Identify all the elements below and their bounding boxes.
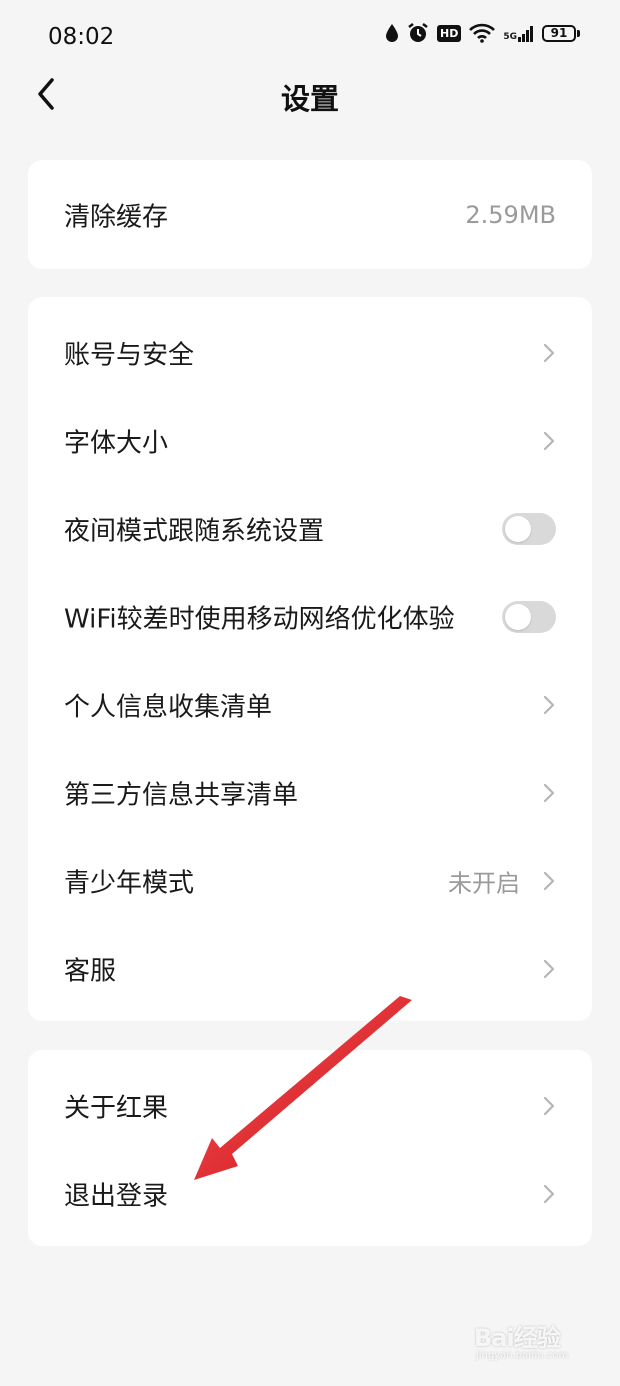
chevron-right-icon xyxy=(543,871,555,891)
watermark: Bai经验 jingyan.baidu.com xyxy=(472,1318,592,1368)
wifi-optimize-label: WiFi较差时使用移动网络优化体验 xyxy=(64,604,455,635)
watermark-url: jingyan.baidu.com xyxy=(476,1350,569,1361)
logout-row[interactable]: 退出登录 xyxy=(28,1150,592,1238)
clear-cache-row[interactable]: 清除缓存 2.59MB xyxy=(28,160,592,269)
settings-card: 账号与安全 字体大小 夜间模式跟随系统设置 WiFi较差时使用移动网络优化体验 … xyxy=(28,297,592,1021)
teen-mode-row[interactable]: 青少年模式 未开启 xyxy=(28,837,592,925)
chevron-right-icon xyxy=(543,1184,555,1204)
logout-label: 退出登录 xyxy=(64,1181,169,1212)
third-party-share-label: 第三方信息共享清单 xyxy=(64,780,299,811)
bottom-card: 关于红果 退出登录 xyxy=(28,1050,592,1246)
hd-icon: HD xyxy=(437,24,462,42)
water-drop-icon xyxy=(386,24,398,42)
third-party-share-row[interactable]: 第三方信息共享清单 xyxy=(28,749,592,837)
status-icons: HD 5G 91 xyxy=(385,22,580,44)
account-security-row[interactable]: 账号与安全 xyxy=(28,309,592,397)
personal-info-list-row[interactable]: 个人信息收集清单 xyxy=(28,661,592,749)
font-size-label: 字体大小 xyxy=(64,428,169,459)
cache-card: 清除缓存 2.59MB xyxy=(28,160,592,269)
about-label: 关于红果 xyxy=(64,1093,169,1124)
chevron-right-icon xyxy=(543,783,555,803)
wifi-optimize-row: WiFi较差时使用移动网络优化体验 xyxy=(28,573,592,661)
personal-info-list-label: 个人信息收集清单 xyxy=(64,692,273,723)
customer-service-row[interactable]: 客服 xyxy=(28,925,592,1013)
watermark-brand: Bai经验 xyxy=(474,1324,561,1352)
battery-icon: 91 xyxy=(542,24,580,42)
wifi-optimize-toggle[interactable] xyxy=(502,601,556,633)
wifi-icon xyxy=(469,23,496,43)
chevron-right-icon xyxy=(543,431,555,451)
night-mode-toggle[interactable] xyxy=(502,513,556,545)
cache-size-value: 2.59MB xyxy=(465,200,556,229)
teen-mode-status: 未开启 xyxy=(448,869,520,898)
clear-cache-label: 清除缓存 xyxy=(64,202,169,232)
teen-mode-label: 青少年模式 xyxy=(64,868,195,899)
alarm-icon xyxy=(408,23,428,42)
page-title: 设置 xyxy=(280,82,339,116)
night-mode-label: 夜间模式跟随系统设置 xyxy=(64,516,325,547)
nav-bar: 设置 xyxy=(0,60,620,132)
status-time: 08:02 xyxy=(48,24,115,50)
chevron-right-icon xyxy=(543,695,555,715)
signal-5g-icon: 5G xyxy=(503,24,534,42)
about-row[interactable]: 关于红果 xyxy=(28,1062,592,1150)
font-size-row[interactable]: 字体大小 xyxy=(28,397,592,485)
chevron-right-icon xyxy=(543,343,555,363)
night-mode-row: 夜间模式跟随系统设置 xyxy=(28,485,592,573)
chevron-right-icon xyxy=(543,1096,555,1116)
customer-service-label: 客服 xyxy=(64,956,117,987)
chevron-right-icon xyxy=(543,959,555,979)
account-security-label: 账号与安全 xyxy=(64,340,195,371)
